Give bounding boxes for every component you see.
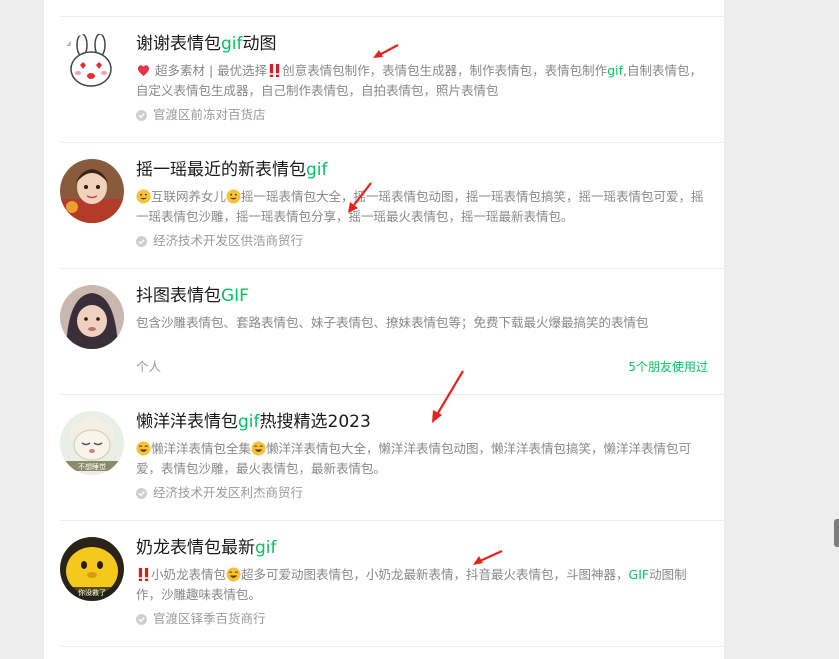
child-photo-icon [60, 159, 124, 223]
result-account[interactable]: 官渡区铎季百货商行 [136, 611, 266, 627]
verified-check-icon [136, 235, 147, 247]
result-account[interactable]: 经济技术开发区利杰商贸行 [136, 485, 303, 501]
smile-emoji-icon [226, 189, 241, 204]
baby-photo-icon [60, 285, 124, 349]
result-item[interactable]: 你没救了 奶龙表情包最新gif 小奶龙表情包 超多可爱动图表情包，小奶龙最新表情，… [60, 521, 724, 647]
milk-dragon-icon: 你没救了 [60, 537, 124, 601]
verified-check-icon [136, 109, 147, 121]
result-description: 包含沙雕表情包、套路表情包、妹子表情包、撩妹表情包等；免费下载最火爆最搞笑的表情… [136, 315, 649, 330]
result-description: 懒洋洋表情包全集 懒洋洋表情包大全，懒洋洋表情包动图，懒洋洋表情包搞笑，懒洋洋表情… [136, 441, 692, 476]
result-account[interactable]: 个人 [136, 359, 161, 375]
svg-text:不想睡觉: 不想睡觉 [78, 462, 106, 471]
verified-check-icon [136, 613, 147, 625]
result-avatar: 谢 [60, 33, 124, 97]
result-item[interactable]: 抖图表情包GIF 包含沙雕表情包、套路表情包、妹子表情包、撩妹表情包等；免费下载… [60, 269, 724, 395]
result-description: 互联网养女儿 摇一瑶表情包大全，摇一瑶表情包动图，摇一瑶表情包搞笑，摇一瑶表情包可… [136, 189, 704, 224]
result-description: 超多素材 | 最优选择 创意表情包制作，表情包生成器，制作表情包，表情包制作gif… [136, 63, 702, 98]
laugh-emoji-icon [136, 441, 151, 456]
bunny-sticker-icon: 谢 [60, 33, 124, 97]
svg-text:你没救了: 你没救了 [78, 588, 106, 597]
double-exclamation-icon [269, 63, 280, 78]
scrollbar-thumb[interactable] [834, 519, 839, 547]
heart-emoji-icon [137, 65, 150, 77]
result-account[interactable]: 经济技术开发区供浩商贸行 [136, 233, 303, 249]
result-item[interactable]: 摇一瑶最近的新表情包gif 互联网养女儿 摇一瑶表情包大全，摇一瑶表情包动图，摇一… [60, 143, 724, 269]
result-avatar: 你没救了 [60, 537, 124, 601]
double-exclamation-icon [138, 567, 149, 582]
svg-text:谢: 谢 [64, 38, 71, 47]
result-account[interactable]: 官渡区前冻对百货店 [136, 107, 266, 123]
result-title[interactable]: 奶龙表情包最新gif [136, 536, 277, 560]
result-avatar: 不想睡觉 [60, 411, 124, 475]
result-avatar [60, 285, 124, 349]
result-title[interactable]: 摇一瑶最近的新表情包gif [136, 158, 328, 182]
result-title[interactable]: 谢谢表情包gif动图 [136, 32, 277, 56]
result-title[interactable]: 抖图表情包GIF [136, 284, 249, 308]
results-panel: 谢 谢谢表情包gif动图 超多素材 | 最优选择 创意表情包制作，表情包生成器，制… [44, 0, 724, 659]
smile-emoji-icon [136, 189, 151, 204]
verified-check-icon [136, 487, 147, 499]
laugh-emoji-icon [251, 441, 266, 456]
laugh-emoji-icon [226, 567, 241, 582]
result-description: 小奶龙表情包 超多可爱动图表情包，小奶龙最新表情，抖音最火表情包，斗图神器，GIF… [136, 567, 687, 602]
result-title[interactable]: 懒洋洋表情包gif热搜精选2023 [136, 410, 371, 434]
result-item[interactable]: 不想睡觉 懒洋洋表情包gif热搜精选2023 懒洋洋表情包全集 懒洋洋表情包大全，… [60, 395, 724, 521]
friends-used-badge: 5个朋友使用过 [628, 360, 708, 374]
result-avatar [60, 159, 124, 223]
lazy-sheep-icon: 不想睡觉 [60, 411, 124, 475]
result-item[interactable]: 谢 谢谢表情包gif动图 超多素材 | 最优选择 创意表情包制作，表情包生成器，制… [60, 17, 724, 143]
